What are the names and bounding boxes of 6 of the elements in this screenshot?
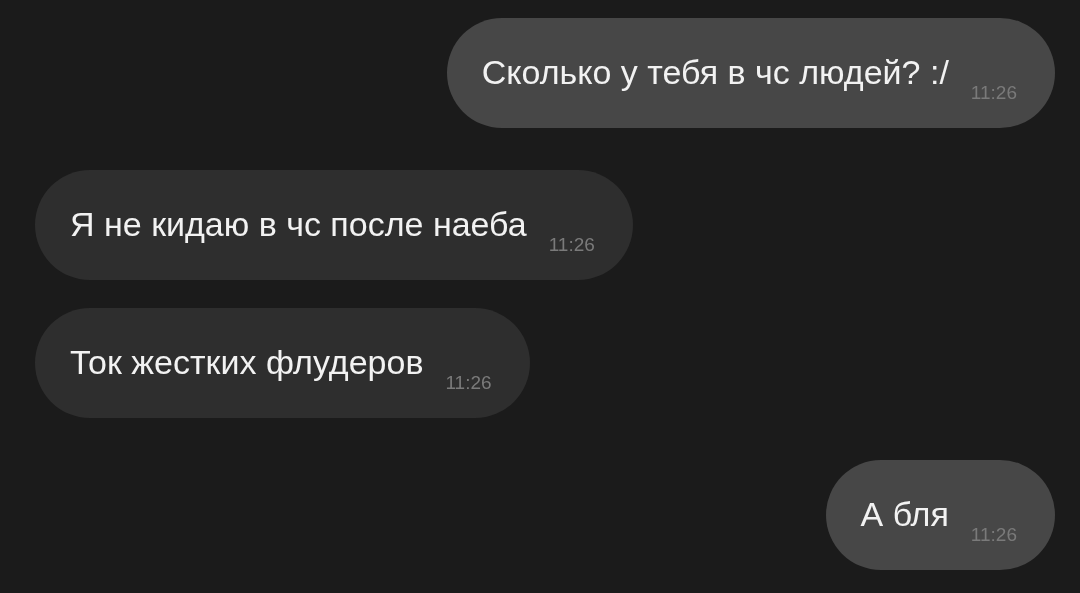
message-text: А бля (860, 497, 949, 535)
message-time: 11:26 (548, 235, 595, 257)
message-text: Сколько у тебя в чс людей? :/ (481, 55, 949, 93)
message-text: Я не кидаю в чс после наеба (70, 207, 527, 245)
message-time: 11:26 (445, 373, 492, 395)
message-text: Ток жестких флудеров (70, 345, 424, 383)
